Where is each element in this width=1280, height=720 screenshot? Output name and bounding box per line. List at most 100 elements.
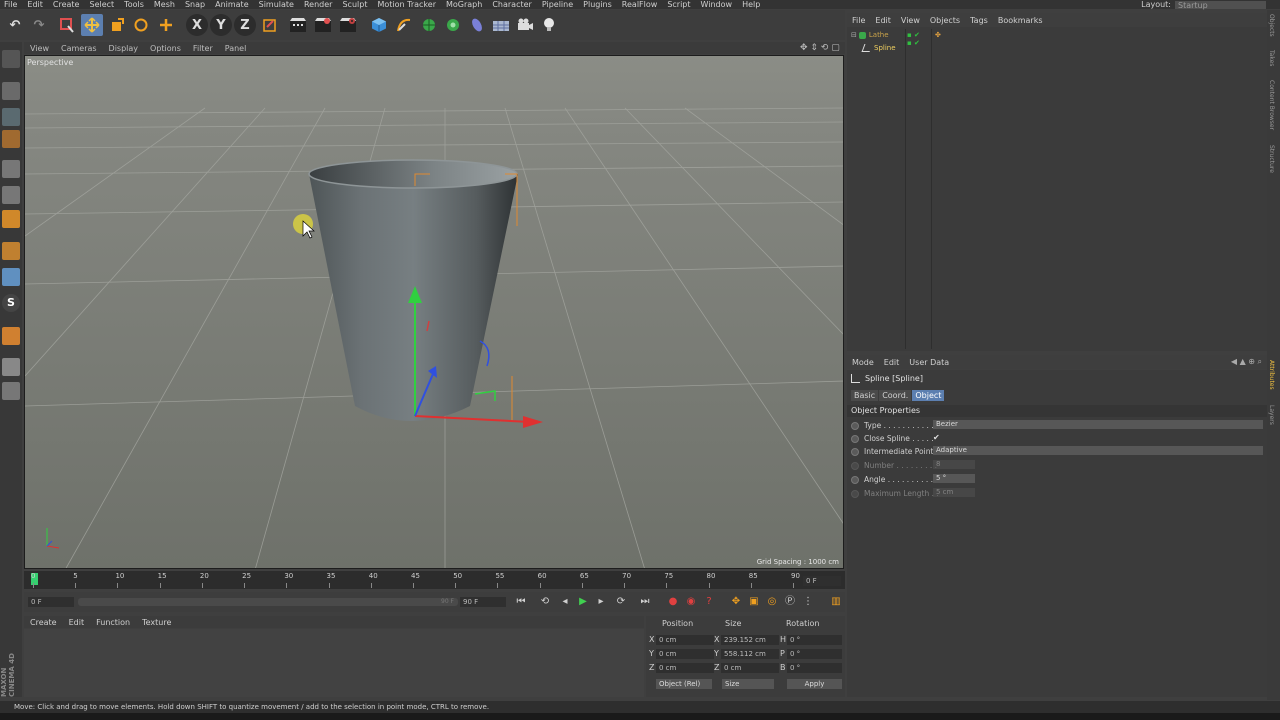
- tab-basic[interactable]: Basic: [851, 390, 879, 401]
- menu-item-tools[interactable]: Tools: [124, 0, 144, 9]
- deformer-icon[interactable]: [466, 14, 488, 36]
- angle-field[interactable]: 5 °: [933, 474, 975, 483]
- objects-menu-item-file[interactable]: File: [852, 16, 865, 25]
- objects-menu-item-view[interactable]: View: [901, 16, 920, 25]
- position-x-field[interactable]: 0 cm: [656, 635, 714, 645]
- objects-menu-item-bookmarks[interactable]: Bookmarks: [998, 16, 1043, 25]
- menu-item-mograph[interactable]: MoGraph: [446, 0, 482, 9]
- collapse-icon[interactable]: ⊟: [851, 31, 857, 39]
- menu-item-sculpt[interactable]: Sculpt: [342, 0, 367, 9]
- size-mode-dropdown[interactable]: Size: [722, 679, 774, 689]
- menu-item-pipeline[interactable]: Pipeline: [542, 0, 573, 9]
- texture-mode-icon[interactable]: [2, 108, 20, 126]
- size-y-field[interactable]: 558.112 cm: [721, 649, 779, 659]
- material-menu-item-texture[interactable]: Texture: [142, 618, 171, 627]
- rotation-p-field[interactable]: 0 °: [787, 649, 842, 659]
- attribute-menu-item-user-data[interactable]: User Data: [909, 358, 949, 367]
- timeline-window-icon[interactable]: ▥: [829, 595, 843, 609]
- side-tab-takes[interactable]: Takes: [1268, 50, 1275, 66]
- tag-icon[interactable]: ✤: [935, 31, 941, 39]
- current-frame-field[interactable]: 0 F: [803, 576, 841, 586]
- workplane-mode-icon[interactable]: [2, 130, 20, 148]
- viewport-menu-item-options[interactable]: Options: [150, 44, 181, 53]
- live-selection-icon[interactable]: [56, 14, 78, 36]
- next-keyframe-icon[interactable]: ⟳: [614, 595, 628, 609]
- scale-key-icon[interactable]: ▣: [747, 595, 761, 609]
- magnet-icon[interactable]: [2, 327, 20, 345]
- end-frame-field[interactable]: 90 F: [460, 597, 506, 607]
- axis-mode-icon[interactable]: [2, 242, 20, 260]
- undo-icon[interactable]: ↶: [4, 14, 26, 36]
- object-row-lathe[interactable]: ⊟ Lathe: [851, 31, 889, 39]
- autokeying-icon[interactable]: ◉: [684, 595, 698, 609]
- object-row-spline[interactable]: Spline: [861, 44, 896, 52]
- viewport-menu-item-filter[interactable]: Filter: [193, 44, 213, 53]
- side-tab-objects[interactable]: Objects: [1268, 14, 1275, 37]
- material-menu-item-create[interactable]: Create: [30, 618, 57, 627]
- animate-radio[interactable]: [851, 447, 859, 456]
- object-name[interactable]: Spline: [874, 44, 896, 52]
- tab-object[interactable]: Object: [912, 390, 945, 401]
- menu-item-file[interactable]: File: [4, 0, 17, 9]
- previous-frame-icon[interactable]: ◂: [558, 595, 572, 609]
- scale-tool-icon[interactable]: [106, 14, 128, 36]
- y-axis-lock[interactable]: Y: [210, 14, 232, 36]
- rotate-tool-icon[interactable]: [130, 14, 152, 36]
- play-icon[interactable]: ▶: [576, 595, 590, 609]
- menu-item-realflow[interactable]: RealFlow: [622, 0, 658, 9]
- previous-keyframe-icon[interactable]: ⟲: [538, 595, 552, 609]
- viewport-menu-item-cameras[interactable]: Cameras: [61, 44, 97, 53]
- perspective-viewport[interactable]: Perspective Grid Spacing : 1000 cm: [24, 55, 844, 569]
- menu-item-help[interactable]: Help: [742, 0, 760, 9]
- pen-spline-icon[interactable]: [393, 14, 415, 36]
- menu-item-create[interactable]: Create: [53, 0, 80, 9]
- layout-selector[interactable]: Layout: Startup: [1141, 0, 1266, 10]
- points-mode-icon[interactable]: [2, 160, 20, 178]
- polygons-mode-icon[interactable]: [2, 210, 20, 228]
- go-to-start-icon[interactable]: ⏮: [514, 595, 528, 609]
- rotation-key-icon[interactable]: ◎: [765, 595, 779, 609]
- side-tab-layers[interactable]: Layers: [1268, 405, 1275, 425]
- snap-icon[interactable]: S: [2, 294, 20, 312]
- attribute-navigation-icons[interactable]: ◀ ▲ ⊕ ⌕: [1231, 357, 1262, 367]
- menu-item-motion-tracker[interactable]: Motion Tracker: [377, 0, 436, 9]
- make-editable-icon[interactable]: [2, 50, 20, 68]
- workplane-grid-icon[interactable]: [2, 358, 20, 376]
- menu-item-animate[interactable]: Animate: [215, 0, 249, 9]
- light-icon[interactable]: [538, 14, 560, 36]
- render-settings-icon[interactable]: [337, 14, 359, 36]
- objects-menu-item-objects[interactable]: Objects: [930, 16, 960, 25]
- visibility-toggles[interactable]: ▪ ✔ ▪ ✔: [907, 31, 920, 47]
- coordinate-system-icon[interactable]: [259, 14, 281, 36]
- menu-item-snap[interactable]: Snap: [185, 0, 205, 9]
- side-tab-structure[interactable]: Structure: [1268, 145, 1275, 173]
- close-spline-checkbox[interactable]: ✔: [933, 433, 940, 442]
- tab-coord[interactable]: Coord.: [879, 390, 912, 401]
- animate-radio[interactable]: [851, 434, 859, 443]
- attribute-menu-item-mode[interactable]: Mode: [852, 358, 874, 367]
- attribute-menu-item-edit[interactable]: Edit: [884, 358, 900, 367]
- position-key-icon[interactable]: ✥: [729, 595, 743, 609]
- menu-item-edit[interactable]: Edit: [27, 0, 43, 9]
- timeline-ruler[interactable]: 0 F 0 5 10 15 20 25 30 35 40 45 50 55 60 65 70 75 80 85 90: [24, 571, 845, 589]
- locked-workplane-icon[interactable]: [2, 382, 20, 400]
- material-menu-item-edit[interactable]: Edit: [69, 618, 85, 627]
- menu-item-render[interactable]: Render: [304, 0, 332, 9]
- tweak-mode-icon[interactable]: [2, 268, 20, 286]
- position-y-field[interactable]: 0 cm: [656, 649, 714, 659]
- camera-icon[interactable]: [514, 14, 536, 36]
- subdivision-surface-icon[interactable]: [418, 14, 440, 36]
- type-dropdown[interactable]: Bezier: [933, 420, 1263, 429]
- menu-item-script[interactable]: Script: [667, 0, 690, 9]
- object-name[interactable]: Lathe: [869, 31, 889, 39]
- menu-item-select[interactable]: Select: [89, 0, 114, 9]
- size-x-field[interactable]: 239.152 cm: [721, 635, 779, 645]
- edges-mode-icon[interactable]: [2, 186, 20, 204]
- animate-radio[interactable]: [851, 475, 859, 484]
- menu-item-character[interactable]: Character: [492, 0, 532, 9]
- model-mode-icon[interactable]: [2, 82, 20, 100]
- cloner-icon[interactable]: [442, 14, 464, 36]
- keyframe-selection-icon[interactable]: ?: [702, 595, 716, 609]
- objects-menu-item-tags[interactable]: Tags: [970, 16, 988, 25]
- next-frame-icon[interactable]: ▸: [594, 595, 608, 609]
